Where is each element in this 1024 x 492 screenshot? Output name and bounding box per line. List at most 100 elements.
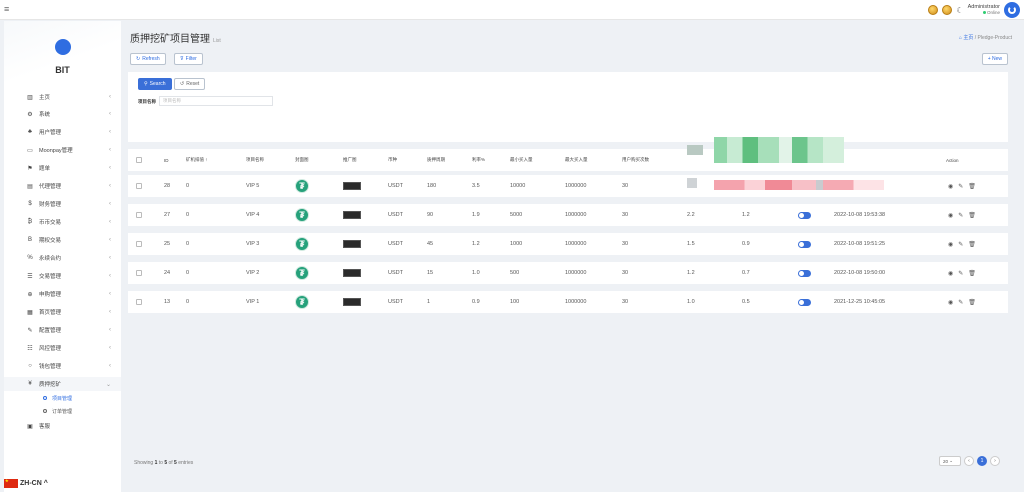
page-button[interactable]: 1 (977, 456, 987, 466)
column-header[interactable]: 矿机排值 ↑ (186, 149, 208, 171)
sidebar-item[interactable]: B 期权交易 ‹ (4, 233, 121, 247)
edit-icon[interactable]: ✎ (958, 270, 963, 277)
row-checkbox[interactable] (136, 241, 142, 247)
shield-list-icon: ☷ (27, 345, 33, 352)
trash-icon[interactable]: 🗑 (968, 299, 976, 306)
refresh-icon: ↻ (136, 56, 141, 62)
sidebar-item-label: 代理管理 (39, 184, 62, 190)
id-card-icon: ▤ (27, 183, 33, 190)
sidebar-item[interactable]: ⚑ 题单 ‹ (4, 161, 121, 175)
sidebar-item[interactable]: ▥ 主页 ‹ (4, 90, 121, 104)
usdt-cover-icon[interactable]: ₮ (295, 237, 309, 251)
promo-image[interactable] (343, 240, 361, 248)
sidebar-item[interactable]: % 永续合约 ‹ (4, 251, 121, 265)
new-button[interactable]: + New (981, 53, 1008, 65)
usdt-cover-icon[interactable]: ₮ (295, 266, 309, 280)
usdt-cover-icon[interactable]: ₮ (295, 179, 309, 193)
sidebar-item[interactable]: ⊕ 申购管理 ‹ (4, 287, 121, 301)
page-size-select[interactable]: 20 ⌄ (939, 456, 961, 466)
gear-icon: ⚙ (27, 111, 33, 118)
sidebar-item[interactable]: ⚙ 系统 ‹ (4, 107, 121, 121)
select-all-checkbox[interactable] (136, 157, 142, 163)
sidebar-item[interactable]: ○ 钱包管理 ‹ (4, 359, 121, 373)
eye-icon[interactable]: ◉ (948, 212, 953, 219)
edit-icon[interactable]: ✎ (958, 212, 963, 219)
sidebar-item[interactable]: ☷ 风控管理 ‹ (4, 341, 121, 355)
list-icon: ☰ (27, 273, 33, 280)
table-header-row: ID 矿机排值 ↑ 项目名称 封面图 推广图 币种 质押周期 利率% 最小买入量 最大买入量 用户购… (128, 149, 1008, 171)
cell-id: 13 (164, 299, 171, 305)
sidebar-item[interactable]: ☰ 交易管理 ‹ (4, 269, 121, 283)
trash-icon[interactable]: 🗑 (968, 183, 976, 190)
sidebar-item[interactable]: ♣ 用户管理 ‹ (4, 125, 121, 139)
eye-icon[interactable]: ◉ (948, 270, 953, 277)
sidebar-item[interactable]: ✎ 配置管理 ‹ (4, 323, 121, 337)
edit-icon[interactable]: ✎ (958, 241, 963, 248)
sidebar-subitem[interactable]: 订单管理 (4, 406, 121, 416)
status-toggle[interactable] (798, 211, 811, 219)
brand-logo-icon (55, 39, 71, 55)
cell-date: 2022-10-08 19:53:38 (834, 212, 886, 218)
breadcrumb-home[interactable]: ⌂ 主页 (959, 35, 973, 41)
promo-image[interactable] (343, 182, 361, 190)
cell-max: 1000000 (565, 270, 587, 276)
sidebar-item[interactable]: ▤ 代理管理 ‹ (4, 179, 121, 193)
trash-icon[interactable]: 🗑 (968, 241, 976, 248)
refresh-button[interactable]: ↻ Refresh (130, 53, 166, 65)
cell-rate: 0.9 (472, 299, 480, 305)
promo-image[interactable] (343, 298, 361, 306)
reset-button[interactable]: ↺ Reset (174, 78, 206, 90)
cell-period: 180 (427, 183, 437, 189)
edit-icon[interactable]: ✎ (958, 183, 963, 190)
column-header: 推广图 (343, 157, 357, 162)
user-info[interactable]: Administrator Online (968, 4, 1000, 16)
row-checkbox[interactable] (136, 270, 142, 276)
project-name-input[interactable]: 项目名称 (159, 96, 273, 106)
top-bar: ≡ ☾ Administrator Online (0, 0, 1024, 20)
eye-icon[interactable]: ◉ (948, 299, 953, 306)
medal-icon[interactable] (942, 5, 953, 15)
moon-icon[interactable]: ☾ (956, 6, 963, 15)
usdt-cover-icon[interactable]: ₮ (295, 295, 309, 309)
promo-image[interactable] (343, 269, 361, 277)
sidebar-item[interactable]: ▣ 客服 (4, 419, 121, 433)
column-header: 币种 (388, 157, 397, 162)
sidebar-item-label: 主页 (39, 95, 51, 101)
sidebar-item[interactable]: $ 财务管理 ‹ (4, 197, 121, 211)
sidebar-subitem[interactable]: 项目管理 (4, 393, 121, 403)
usdt-cover-icon[interactable]: ₮ (295, 208, 309, 222)
sidebar-item[interactable]: ▭ Moonpay管理 ‹ (4, 143, 121, 157)
sidebar-subitem-label: 项目管理 (52, 395, 73, 402)
row-checkbox[interactable] (136, 299, 142, 305)
status-toggle[interactable] (798, 298, 811, 306)
status-toggle[interactable] (798, 240, 811, 248)
edit-icon[interactable]: ✎ (958, 299, 963, 306)
next-page-button[interactable]: › (990, 456, 1000, 466)
pagination: 20 ⌄ ‹ 1 › (939, 456, 1000, 466)
eye-icon[interactable]: ◉ (948, 241, 953, 248)
sidebar-item-label: 币币交易 (39, 220, 62, 226)
table-row: 27 0 VIP 4 ₮ USDT 90 1.9 5000 1000000 30 2.2 1.2 202… (128, 204, 1008, 226)
row-checkbox[interactable] (136, 183, 142, 189)
filter-button[interactable]: ⊽ Filter (174, 53, 203, 65)
language-switcher[interactable]: ZH-CN ^ (4, 477, 52, 490)
prev-page-button[interactable]: ‹ (964, 456, 974, 466)
cell-rate: 1.2 (472, 241, 480, 247)
column-header: 最大买入量 (565, 157, 588, 162)
trash-icon[interactable]: 🗑 (968, 212, 976, 219)
row-checkbox[interactable] (136, 212, 142, 218)
promo-image[interactable] (343, 211, 361, 219)
sidebar-item-label: Moonpay管理 (39, 148, 73, 154)
sidebar-item[interactable]: ▦ 首页管理 ‹ (4, 305, 121, 319)
avatar[interactable] (1004, 2, 1020, 18)
eye-icon[interactable]: ◉ (948, 183, 953, 190)
trash-icon[interactable]: 🗑 (968, 270, 976, 277)
medal-icon[interactable] (928, 5, 939, 15)
sidebar-item[interactable]: ₿ 币币交易 ‹ (4, 215, 121, 229)
sidebar-item[interactable]: ¥ 质押挖矿 ⌄ (4, 377, 121, 391)
row-actions: ◉ ✎ 🗑 (948, 212, 976, 219)
menu-icon[interactable]: ≡ (4, 4, 9, 14)
search-button[interactable]: ⚲ Search (138, 78, 172, 90)
status-toggle[interactable] (798, 269, 811, 277)
cell-name: VIP 4 (246, 212, 260, 218)
